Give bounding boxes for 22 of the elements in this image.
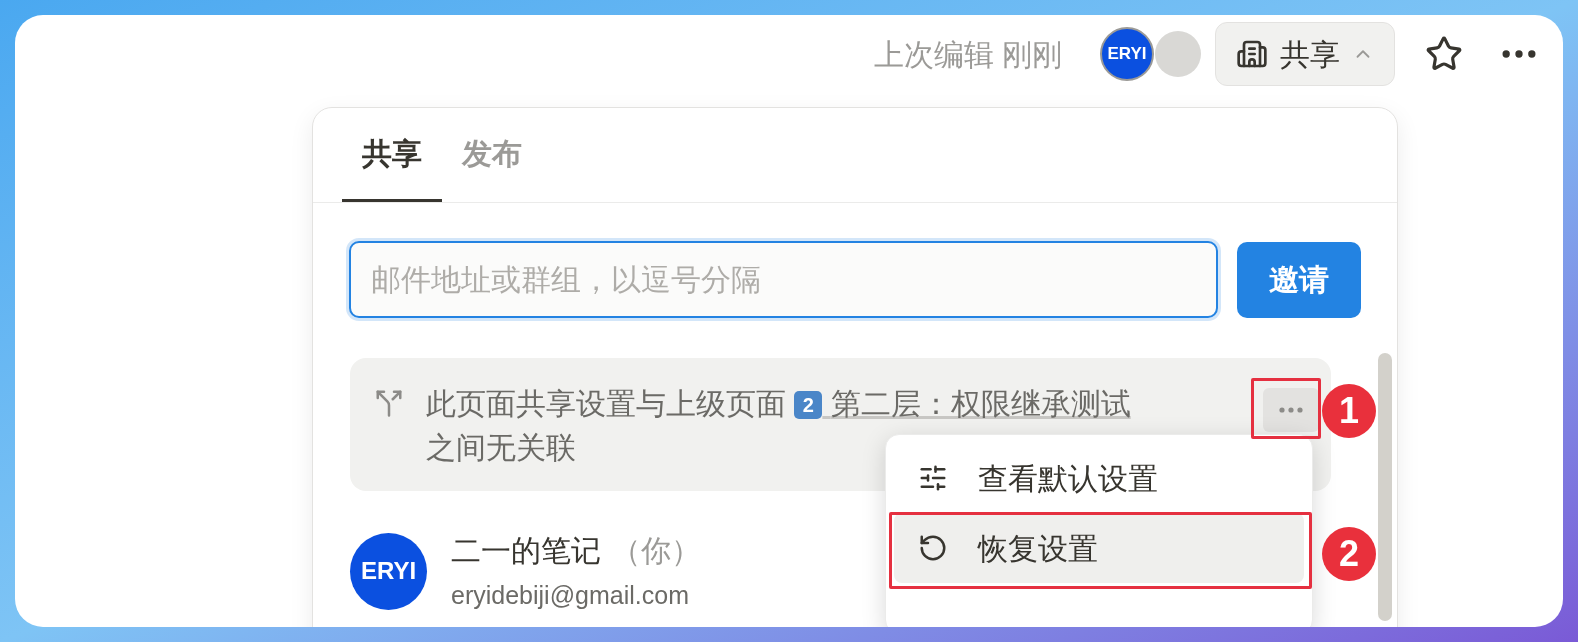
building-icon [1236, 38, 1268, 70]
more-button[interactable] [1263, 388, 1319, 432]
email-input[interactable]: 邮件地址或群组，以逗号分隔 [349, 241, 1218, 318]
you-label: （你） [611, 533, 701, 569]
share-button[interactable]: 共享 [1215, 22, 1395, 86]
invite-button[interactable]: 邀请 [1237, 241, 1361, 318]
more-icon [1279, 407, 1303, 413]
menu-item[interactable]: 恢复设置 [894, 513, 1304, 583]
star-icon[interactable] [1425, 35, 1463, 73]
annotation-marker: 2 [1322, 527, 1376, 581]
member-name: 二一的笔记 [451, 533, 601, 569]
tab[interactable]: 共享 [342, 107, 442, 202]
user-avatar[interactable]: ERYI [1100, 27, 1154, 81]
reset-icon [918, 533, 948, 563]
last-edited-text: 上次编辑 刚刚 [873, 36, 1062, 73]
member-email: eryidebiji@gmail.com [451, 580, 690, 611]
page-link[interactable]: 2 第二层：权限继承测试 [794, 387, 1131, 420]
branch-icon [374, 388, 404, 418]
sliders-icon [918, 463, 948, 493]
annotation-marker: 1 [1322, 384, 1376, 438]
member-avatar: ERYI [350, 532, 427, 610]
highlight-frame [1251, 378, 1321, 439]
